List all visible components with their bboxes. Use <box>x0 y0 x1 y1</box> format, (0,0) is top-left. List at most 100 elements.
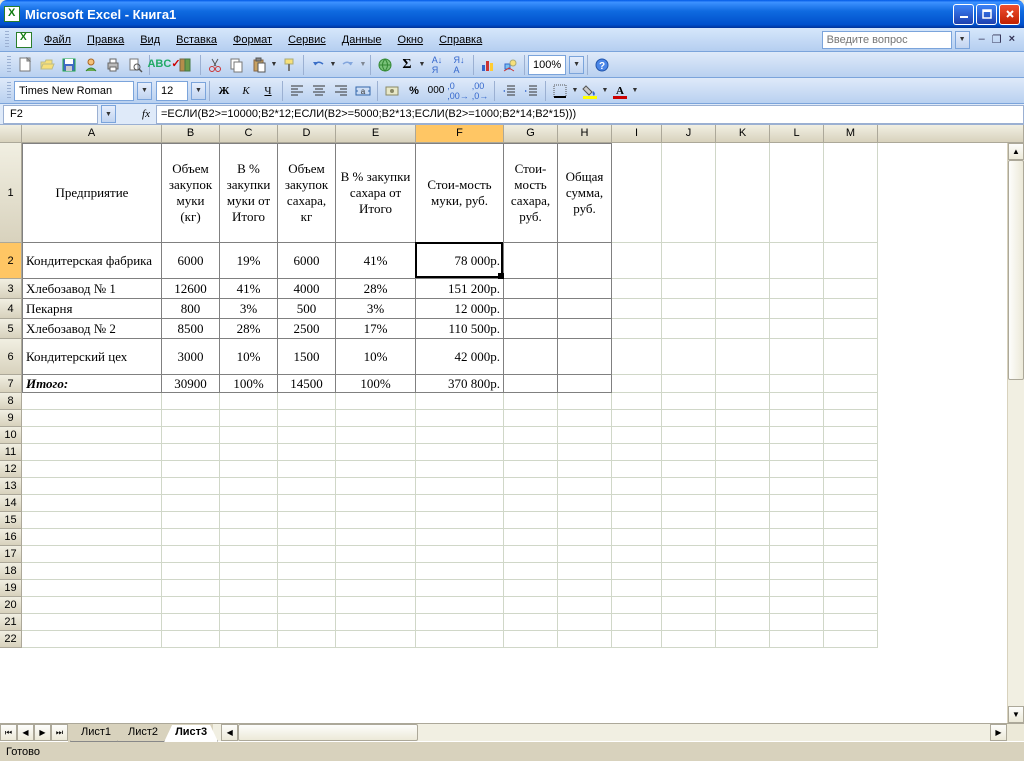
cell-A10[interactable] <box>22 427 162 444</box>
mdi-close-icon[interactable]: × <box>1006 33 1018 46</box>
cell-A5[interactable]: Хлебозавод № 2 <box>22 319 162 339</box>
cut-icon[interactable] <box>204 54 226 76</box>
cell-G13[interactable] <box>504 478 558 495</box>
cell-E1[interactable]: В % закупки сахара от Итого <box>336 143 416 243</box>
cell-C20[interactable] <box>220 597 278 614</box>
cell-F1[interactable]: Стои-мость муки, руб. <box>416 143 504 243</box>
decrease-indent-icon[interactable] <box>498 80 520 102</box>
scroll-down-button[interactable]: ▼ <box>1008 706 1024 723</box>
cells-area[interactable]: ПредприятиеОбъем закупок муки (кг)В % за… <box>22 143 1024 723</box>
fill-color-dropdown[interactable]: ▼ <box>601 87 609 94</box>
cell-F9[interactable] <box>416 410 504 427</box>
cell-F12[interactable] <box>416 461 504 478</box>
horizontal-scroll-thumb[interactable] <box>238 724 418 741</box>
cell-C19[interactable] <box>220 580 278 597</box>
cell-I5[interactable] <box>612 319 662 339</box>
merge-center-icon[interactable]: a <box>352 80 374 102</box>
column-header-D[interactable]: D <box>278 125 336 142</box>
cell-B18[interactable] <box>162 563 220 580</box>
print-icon[interactable] <box>102 54 124 76</box>
cell-C12[interactable] <box>220 461 278 478</box>
cell-K7[interactable] <box>716 375 770 393</box>
cell-G17[interactable] <box>504 546 558 563</box>
cell-J11[interactable] <box>662 444 716 461</box>
cell-B5[interactable]: 8500 <box>162 319 220 339</box>
cell-K21[interactable] <box>716 614 770 631</box>
cell-M14[interactable] <box>824 495 878 512</box>
save-icon[interactable] <box>58 54 80 76</box>
cell-E15[interactable] <box>336 512 416 529</box>
cell-I1[interactable] <box>612 143 662 243</box>
select-all-button[interactable] <box>0 125 22 142</box>
cell-B7[interactable]: 30900 <box>162 375 220 393</box>
cell-I6[interactable] <box>612 339 662 375</box>
cell-E16[interactable] <box>336 529 416 546</box>
cell-H21[interactable] <box>558 614 612 631</box>
scroll-right-button[interactable]: ▶ <box>990 724 1007 741</box>
cell-I13[interactable] <box>612 478 662 495</box>
cell-F13[interactable] <box>416 478 504 495</box>
cell-G12[interactable] <box>504 461 558 478</box>
row-header-9[interactable]: 9 <box>0 410 22 427</box>
cell-C3[interactable]: 41% <box>220 279 278 299</box>
cell-A13[interactable] <box>22 478 162 495</box>
cell-A18[interactable] <box>22 563 162 580</box>
cell-B3[interactable]: 12600 <box>162 279 220 299</box>
toolbar-grip[interactable] <box>5 31 9 49</box>
cell-K1[interactable] <box>716 143 770 243</box>
thousands-icon[interactable]: 000 <box>425 80 447 102</box>
cell-G20[interactable] <box>504 597 558 614</box>
cell-I16[interactable] <box>612 529 662 546</box>
cell-C2[interactable]: 19% <box>220 243 278 279</box>
cell-G14[interactable] <box>504 495 558 512</box>
column-header-B[interactable]: B <box>162 125 220 142</box>
row-header-5[interactable]: 5 <box>0 319 22 339</box>
cell-F10[interactable] <box>416 427 504 444</box>
cell-G15[interactable] <box>504 512 558 529</box>
redo-dropdown[interactable]: ▼ <box>359 61 367 68</box>
row-header-12[interactable]: 12 <box>0 461 22 478</box>
cell-M3[interactable] <box>824 279 878 299</box>
help-icon[interactable]: ? <box>591 54 613 76</box>
cell-K5[interactable] <box>716 319 770 339</box>
chart-wizard-icon[interactable] <box>477 54 499 76</box>
cell-H12[interactable] <box>558 461 612 478</box>
row-header-15[interactable]: 15 <box>0 512 22 529</box>
column-header-C[interactable]: C <box>220 125 278 142</box>
cell-E6[interactable]: 10% <box>336 339 416 375</box>
cell-L6[interactable] <box>770 339 824 375</box>
row-header-2[interactable]: 2 <box>0 243 22 279</box>
cell-H19[interactable] <box>558 580 612 597</box>
cell-E2[interactable]: 41% <box>336 243 416 279</box>
cell-J13[interactable] <box>662 478 716 495</box>
open-icon[interactable] <box>36 54 58 76</box>
cell-G5[interactable] <box>504 319 558 339</box>
cell-D3[interactable]: 4000 <box>278 279 336 299</box>
cell-L16[interactable] <box>770 529 824 546</box>
cell-E11[interactable] <box>336 444 416 461</box>
cell-D15[interactable] <box>278 512 336 529</box>
cell-H6[interactable] <box>558 339 612 375</box>
formula-input[interactable]: =ЕСЛИ(B2>=10000;B2*12;ЕСЛИ(B2>=5000;B2*1… <box>156 105 1024 124</box>
cell-A14[interactable] <box>22 495 162 512</box>
cell-C9[interactable] <box>220 410 278 427</box>
cell-F3[interactable]: 151 200р. <box>416 279 504 299</box>
cell-I10[interactable] <box>612 427 662 444</box>
cell-C17[interactable] <box>220 546 278 563</box>
cell-J6[interactable] <box>662 339 716 375</box>
cell-A19[interactable] <box>22 580 162 597</box>
cell-E17[interactable] <box>336 546 416 563</box>
cell-K12[interactable] <box>716 461 770 478</box>
spelling-icon[interactable]: ABC✓ <box>153 54 175 76</box>
cell-I2[interactable] <box>612 243 662 279</box>
cell-D12[interactable] <box>278 461 336 478</box>
cell-G19[interactable] <box>504 580 558 597</box>
row-header-19[interactable]: 19 <box>0 580 22 597</box>
cell-A11[interactable] <box>22 444 162 461</box>
cell-K20[interactable] <box>716 597 770 614</box>
cell-E19[interactable] <box>336 580 416 597</box>
increase-indent-icon[interactable] <box>520 80 542 102</box>
row-header-10[interactable]: 10 <box>0 427 22 444</box>
cell-E4[interactable]: 3% <box>336 299 416 319</box>
undo-dropdown[interactable]: ▼ <box>329 61 337 68</box>
